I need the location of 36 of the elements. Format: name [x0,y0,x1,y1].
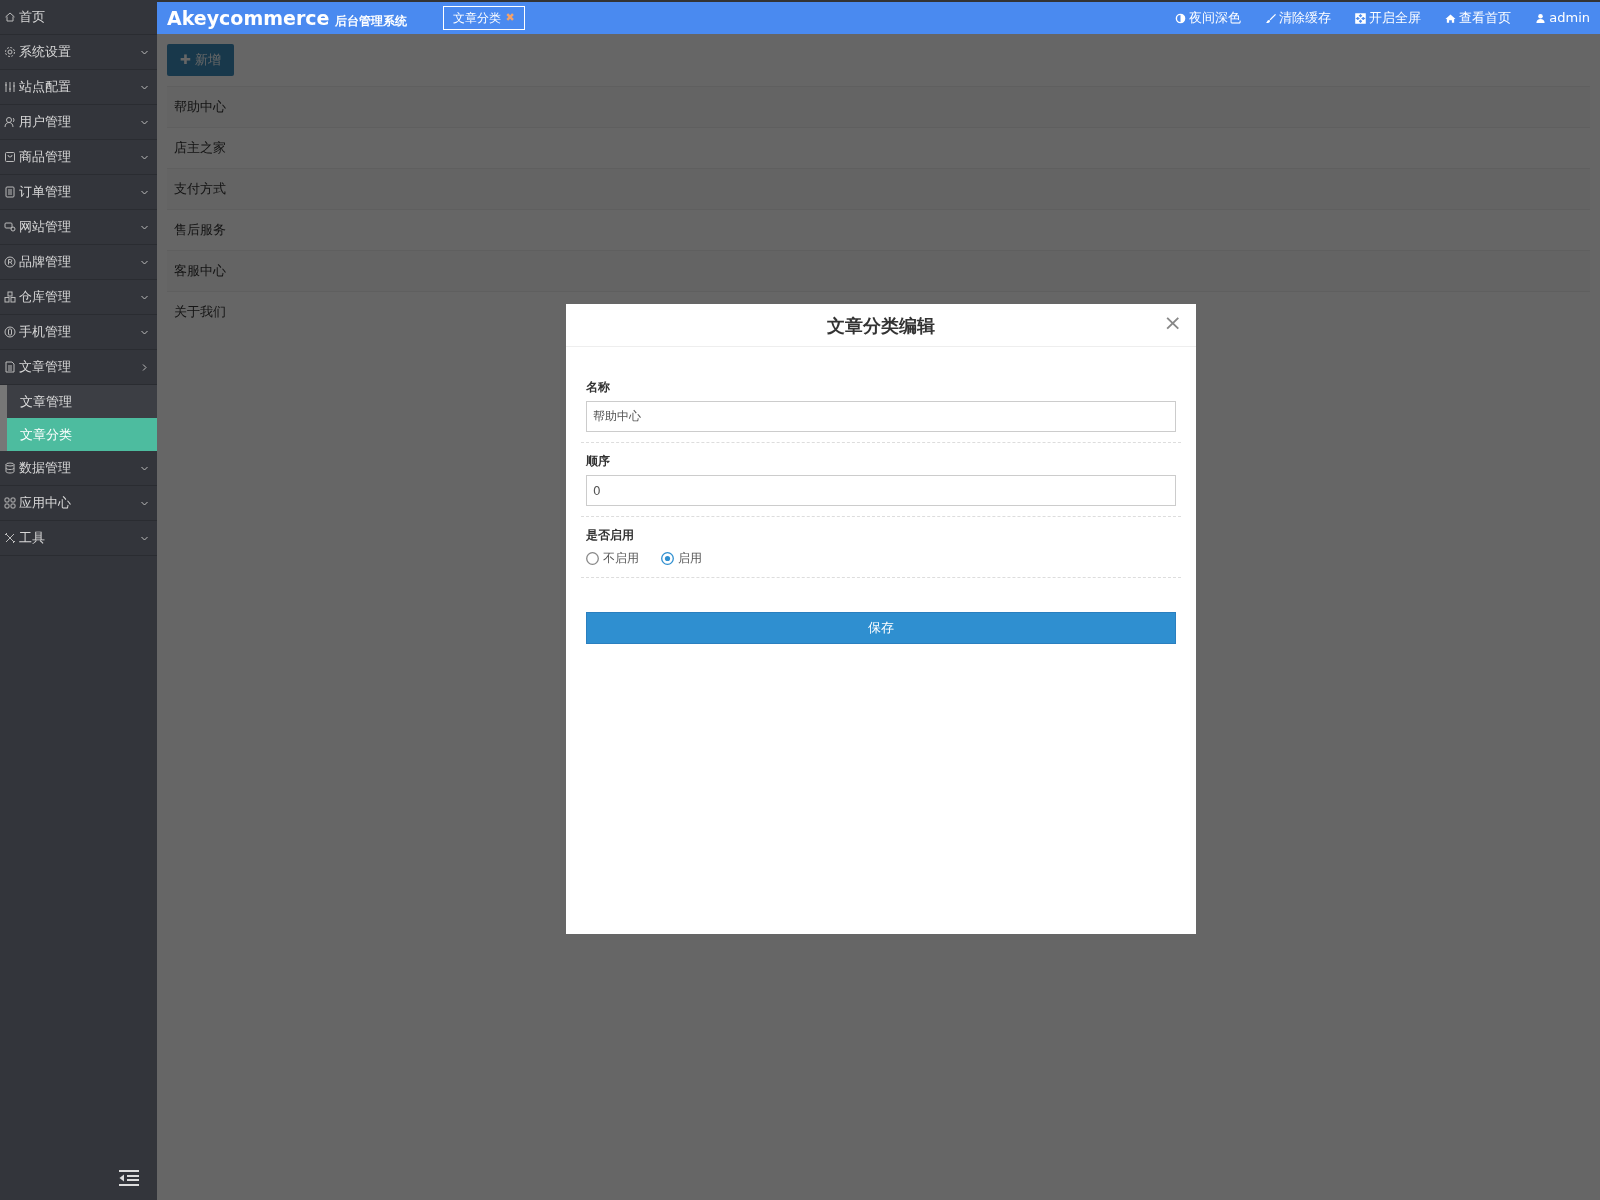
radio-button[interactable] [586,551,599,565]
user-icon [4,116,16,128]
boxes-icon [4,291,16,303]
user-icon [1535,12,1547,24]
input-field[interactable]: 0 [586,475,1176,506]
save-button[interactable]: 保存 [586,612,1176,644]
registered-icon [4,256,16,268]
brand-name: Akeycommerce [167,5,330,31]
chat-icon [4,221,16,233]
field-label: 是否启用 [586,527,634,544]
menu-collapse-icon[interactable] [119,1170,139,1186]
sliders-icon [4,81,16,93]
gear-icon [4,46,16,58]
submenu-item[interactable]: 文章管理 [0,385,157,418]
field-label: 顺序 [586,453,610,470]
home-icon [4,11,16,23]
radio-button[interactable] [661,551,674,565]
bag-icon [4,151,16,163]
circle-icon [4,326,16,338]
input-field[interactable]: 帮助中心 [586,401,1176,432]
grid-icon [4,497,16,509]
home-icon [1445,12,1457,24]
option-label: 不启用 [603,550,639,567]
brand-subtitle: 后台管理系统 [335,12,408,30]
document-icon [4,361,16,373]
list-icon [4,186,16,198]
modal-title: 文章分类编辑 [827,313,935,338]
chevron-icon [140,362,149,372]
expand-icon [1355,12,1367,24]
tools-icon [4,532,16,544]
option-label: 启用 [678,550,702,567]
close-button[interactable]: × [1163,312,1182,334]
database-icon [4,462,16,474]
contrast-icon [1175,12,1187,24]
brush-icon [1265,12,1277,24]
field-label: 名称 [586,379,610,396]
